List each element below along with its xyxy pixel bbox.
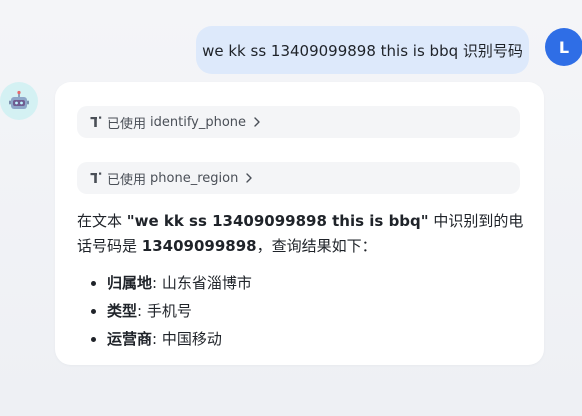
answer-text: ，查询结果如下： [256, 237, 377, 255]
user-avatar-letter: L [558, 37, 570, 57]
result-item-type: 类型: 手机号 [107, 297, 525, 325]
result-item-region: 归属地: 山东省淄博市 [107, 269, 525, 297]
result-value: : 中国移动 [152, 330, 222, 348]
result-value: : 手机号 [137, 302, 192, 320]
tool-call-prefix: 已使用 [107, 172, 147, 188]
tool-call-identify-phone[interactable]: 已使用 identify_phone [77, 106, 520, 138]
tool-icon [90, 116, 102, 127]
result-value: : 山东省淄博市 [152, 274, 252, 292]
robot-avatar-icon [9, 90, 29, 109]
answer-text: 在文本 [77, 212, 127, 230]
tool-call-phone-region[interactable]: 已使用 phone_region [77, 162, 520, 194]
result-key: 运营商 [107, 330, 153, 348]
result-key: 类型 [107, 302, 138, 320]
answer-paragraph: 在文本 "we kk ss 13409099898 this is bbq" 中… [77, 209, 525, 259]
bot-answer: 在文本 "we kk ss 13409099898 this is bbq" 中… [77, 209, 525, 353]
tool-call-name: identify_phone [150, 114, 247, 130]
bot-message-card: 已使用 identify_phone 已使用 phone_region 在文本 … [55, 82, 544, 365]
user-avatar[interactable]: L [545, 28, 582, 66]
tool-call-prefix: 已使用 [107, 116, 147, 132]
chevron-right-icon [253, 116, 261, 128]
result-list: 归属地: 山东省淄博市 类型: 手机号 运营商: 中国移动 [77, 269, 525, 353]
result-key: 归属地 [107, 274, 153, 292]
answer-quoted-text: "we kk ss 13409099898 this is bbq" [126, 212, 429, 230]
user-message-text: we kk ss 13409099898 this is bbq 识别号码 [202, 41, 523, 60]
bot-avatar [0, 82, 38, 120]
tool-icon [90, 172, 102, 183]
tool-call-name: phone_region [150, 170, 239, 186]
result-item-carrier: 运营商: 中国移动 [107, 325, 525, 353]
chevron-right-icon [245, 172, 253, 184]
user-message-bubble: we kk ss 13409099898 this is bbq 识别号码 [196, 26, 529, 74]
answer-phone-number: 13409099898 [141, 237, 257, 255]
